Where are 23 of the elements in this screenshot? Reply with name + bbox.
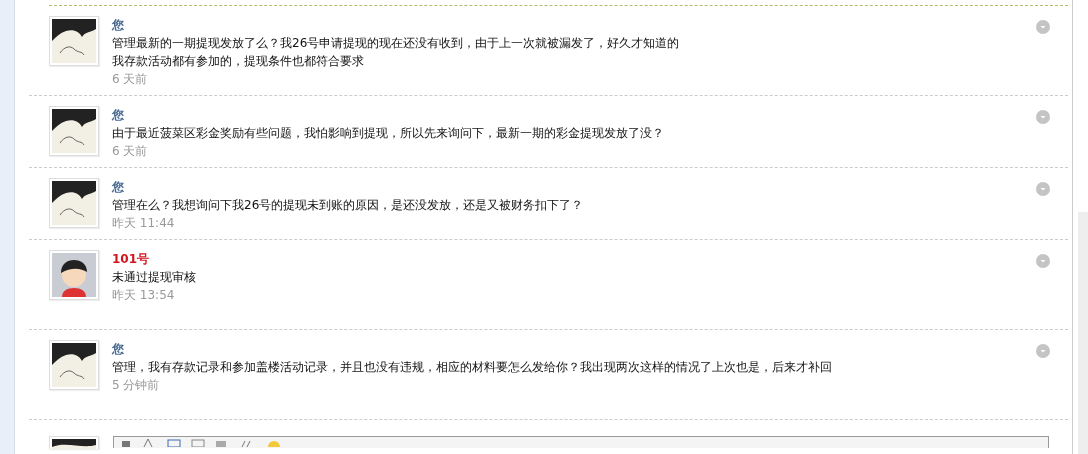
message-time: 5 分钟前 [112, 377, 161, 394]
message-time: 昨天 11:44 [112, 215, 176, 232]
author-name: 您 [112, 107, 125, 124]
message-text: 管理在么？我想询问下我26号的提现未到账的原因，是还没发放，还是又被财务扣下了？ [112, 197, 585, 214]
message-text: 管理最新的一期提现发放了么？我26号申请提现的现在还没有收到，由于上一次就被漏发了，好久才知道的 [112, 35, 681, 52]
message-text: 由于最近菠菜区彩金奖励有些问题，我怕影响到提现，所以先来询问下，最新一期的彩金提现发放了没？ [112, 125, 665, 142]
message-text: 未通过提现审核 [112, 269, 197, 286]
dropdown-icon[interactable] [1036, 182, 1050, 196]
dropdown-icon[interactable] [1036, 344, 1050, 358]
dropdown-icon[interactable] [1036, 254, 1050, 268]
author-name: 您 [112, 179, 125, 196]
reply-editor[interactable] [113, 436, 1049, 448]
dropdown-icon[interactable] [1036, 110, 1050, 124]
message-time: 6 天前 [112, 143, 149, 160]
message-time: 6 天前 [112, 71, 149, 88]
message-text: 管理，我有存款记录和参加盖楼活动记录，并且也没有违规，相应的材料要怎么发给你？我出现两次这样的情况了上次也是，后来才补回 [112, 359, 833, 376]
author-name: 101号 [112, 251, 151, 268]
message-time: 昨天 13:54 [112, 287, 176, 304]
message-text: 我存款活动都有参加的，提现条件也都符合要求 [112, 53, 365, 70]
avatar [49, 436, 99, 449]
author-name: 您 [112, 341, 125, 358]
author-name: 您 [112, 17, 125, 34]
dropdown-icon[interactable] [1036, 20, 1050, 34]
